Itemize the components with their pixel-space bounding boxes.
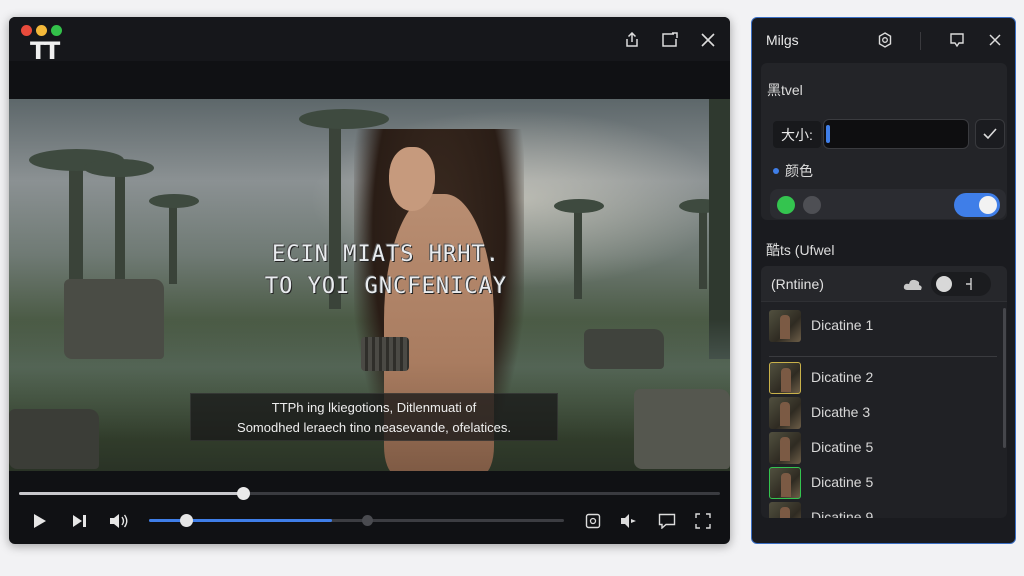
- screenshot-button[interactable]: [581, 510, 605, 532]
- audio-track-icon: [621, 514, 636, 528]
- subtitle-line-2: Somodhed leraech tino neasevande, ofelat…: [237, 420, 511, 435]
- item-name: Dicatine 9: [811, 509, 874, 518]
- item-thumbnail: [769, 467, 801, 499]
- color-toggle[interactable]: [954, 193, 1000, 217]
- color-label: 颜色: [785, 163, 813, 179]
- pip-button[interactable]: [659, 29, 681, 51]
- list-item[interactable]: Dicatine 9: [769, 502, 989, 518]
- pin-icon: [966, 278, 972, 290]
- subtitle-line-1: TTPh ing lkiegotions, Ditlenmuati of: [271, 400, 477, 415]
- list-item[interactable]: Dicatine 5: [769, 432, 989, 464]
- seek-bar-handle[interactable]: [237, 487, 251, 500]
- skip-next-icon: [73, 515, 86, 527]
- input-caret: [826, 125, 830, 143]
- play-button[interactable]: [28, 510, 52, 532]
- color-swatch-green[interactable]: [777, 196, 795, 214]
- captions-icon: [658, 513, 676, 529]
- item-name: Dicatine 2: [811, 369, 874, 385]
- list-scrollbar[interactable]: [1003, 308, 1006, 448]
- share-button[interactable]: [621, 29, 643, 51]
- list-header-toggle[interactable]: [931, 272, 991, 296]
- text-style-card: 黑tvel 大小: 颜色: [761, 63, 1007, 220]
- app-logo: TT: [30, 37, 60, 65]
- overlay-title-line-2: TO YOI GNCFENICAY: [264, 274, 508, 299]
- item-thumbnail: [769, 432, 801, 464]
- video-frame[interactable]: ECIN MIATS HRHT. TO YOI GNCFENICAY TTPh …: [9, 99, 730, 471]
- item-thumbnail: [769, 362, 801, 394]
- search-icon: [950, 33, 964, 48]
- close-player-button[interactable]: [697, 29, 719, 51]
- panel-search-button[interactable]: [946, 29, 968, 51]
- panel-settings-button[interactable]: [874, 29, 896, 51]
- volume-slider-handle[interactable]: [180, 514, 193, 527]
- item-name: Dicatine 1: [811, 317, 874, 333]
- bullet-dot-icon: [773, 168, 779, 174]
- seek-bar-fill: [19, 492, 244, 495]
- color-picker-row: [770, 189, 1006, 219]
- color-swatch-gray[interactable]: [803, 196, 821, 214]
- close-icon: [989, 34, 1001, 46]
- size-input[interactable]: [823, 119, 969, 149]
- volume-slider[interactable]: [149, 519, 564, 522]
- list-header-label: (Rntiine): [771, 276, 824, 292]
- volume-icon: [110, 514, 128, 528]
- audio-track-button[interactable]: [617, 510, 641, 532]
- fullscreen-icon: [695, 513, 711, 529]
- volume-slider-end-marker: [362, 515, 373, 526]
- panel-title: Milgs: [766, 32, 799, 48]
- picture-in-picture-icon: [662, 32, 678, 47]
- item-thumbnail: [769, 502, 801, 518]
- toggle-knob: [979, 196, 997, 214]
- list-header: (Rntiine): [761, 266, 1007, 302]
- item-name: Dicatine 5: [811, 474, 874, 490]
- close-window-dot[interactable]: [21, 25, 32, 36]
- captions-button[interactable]: [655, 510, 679, 532]
- item-name: Dicathe 3: [811, 404, 871, 420]
- subtitle-box: TTPh ing lkiegotions, Ditlenmuati of Som…: [190, 393, 558, 441]
- item-thumbnail: [769, 310, 801, 342]
- volume-slider-fill: [149, 519, 332, 522]
- panel-header-divider: [920, 32, 921, 50]
- panel-close-button[interactable]: [984, 29, 1006, 51]
- list-divider: [769, 356, 997, 357]
- item-name: Dicatine 5: [811, 439, 874, 455]
- minimize-window-dot[interactable]: [36, 25, 47, 36]
- mute-button[interactable]: [107, 510, 131, 532]
- toggle-knob: [936, 276, 952, 292]
- check-icon: [983, 128, 997, 140]
- video-player-window: TT ECIN MIATS HRHT. TO YOI GNCFENICAY TT…: [9, 17, 730, 544]
- player-titlebar: TT: [9, 17, 730, 65]
- section-label-list: 酷ts (Ufwel: [766, 242, 835, 258]
- overlay-title-line-1: ECIN MIATS HRHT.: [272, 242, 500, 267]
- share-icon: [626, 32, 638, 47]
- cloud-icon: [903, 279, 922, 290]
- play-icon: [34, 514, 46, 528]
- settings-icon: [878, 32, 892, 48]
- confirm-size-button[interactable]: [975, 119, 1005, 149]
- item-thumbnail: [769, 397, 801, 429]
- list-item[interactable]: Dicatine 2: [769, 362, 989, 394]
- seek-bar[interactable]: [19, 492, 720, 495]
- size-label: 大小:: [773, 121, 821, 148]
- list-item[interactable]: Dicatine 5: [769, 467, 989, 499]
- video-overlay-title: ECIN MIATS HRHT. TO YOI GNCFENICAY: [241, 239, 531, 303]
- list-item[interactable]: Dicathe 3: [769, 397, 989, 429]
- section-label-text: 黑tvel: [767, 82, 803, 98]
- screenshot-icon: [585, 513, 601, 529]
- skip-next-button[interactable]: [68, 510, 92, 532]
- list-item[interactable]: Dicatine 1: [769, 310, 989, 342]
- maximize-window-dot[interactable]: [51, 25, 62, 36]
- settings-panel: Milgs 黑tvel 大小: 颜色 酷ts (Ufwel (Rntiine) …: [751, 17, 1016, 544]
- preset-list-card: (Rntiine) Dicatine 1 Dicatine 2 Dicathe …: [761, 266, 1007, 518]
- fullscreen-button[interactable]: [691, 510, 715, 532]
- close-icon: [701, 33, 715, 47]
